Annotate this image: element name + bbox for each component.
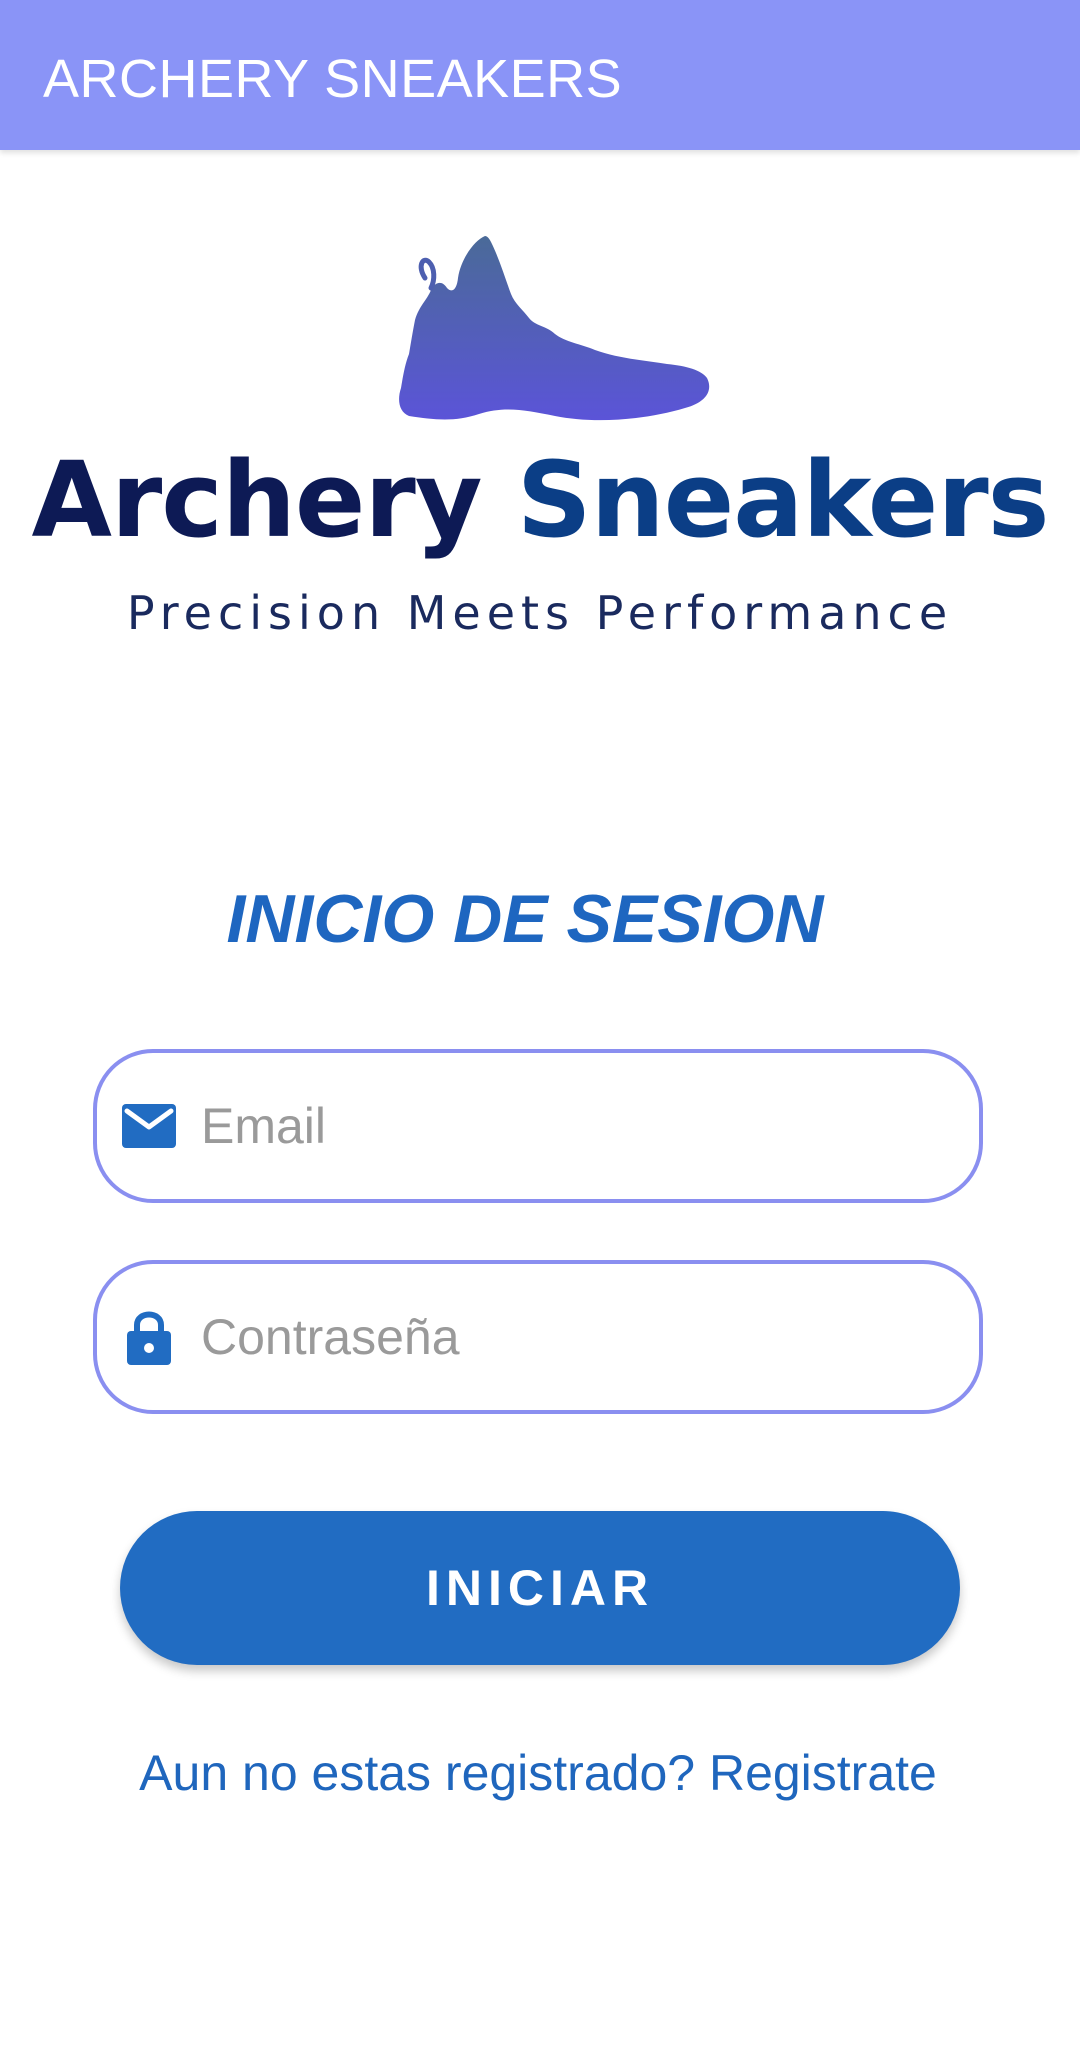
brand-logo: Archery Sneakers Precision Meets Perform… [0,150,1080,670]
sneaker-icon [399,236,710,421]
brand-name: Archery Sneakers [0,448,1080,552]
password-input[interactable] [201,1264,941,1410]
lock-icon [121,1309,177,1365]
email-field[interactable] [93,1049,983,1203]
password-field[interactable] [93,1260,983,1414]
brand-tagline: Precision Meets Performance [126,586,954,640]
email-input[interactable] [201,1053,941,1199]
brand-word-archery: Archery [31,439,482,561]
app-bar: ARCHERY SNEAKERS [0,0,1080,150]
register-link[interactable]: Aun no estas registrado? Registrate [0,1748,1076,1798]
mail-icon [121,1098,177,1154]
login-button[interactable]: INICIAR [120,1511,960,1665]
login-title: INICIO DE SESION [226,881,824,957]
app-bar-title: ARCHERY SNEAKERS [43,49,623,109]
brand-word-sneakers: Sneakers [516,439,1050,561]
